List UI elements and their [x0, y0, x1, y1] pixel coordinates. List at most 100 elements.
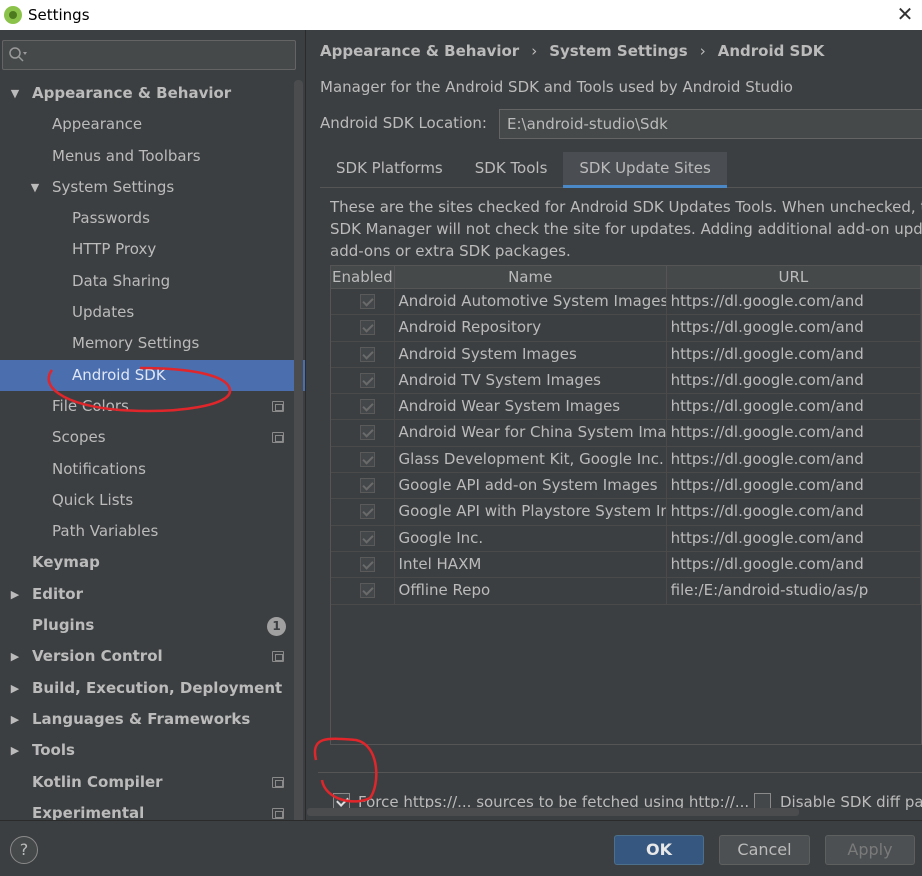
enabled-checkbox[interactable]	[360, 294, 375, 309]
table-row[interactable]: Google API with Playstore System Imagesh…	[331, 499, 921, 526]
sidebar-item-plugins[interactable]: Plugins 1	[0, 610, 305, 641]
title-bar: Settings ✕	[0, 0, 922, 30]
enabled-checkbox[interactable]	[360, 451, 375, 467]
settings-sidebar: ▼ Appearance & Behavior Appearance Menus an…	[0, 30, 306, 820]
table-row[interactable]: Android Automotive System Images https://…	[331, 289, 921, 316]
sidebar-item-label: Build, Execution, Deployment	[32, 678, 283, 697]
sdk-location-label: Android SDK Location:	[320, 114, 487, 132]
sidebar-item-experimental[interactable]: Experimental	[0, 798, 305, 820]
table-row[interactable]: Android Wear for China System Images http…	[331, 420, 921, 447]
table-row[interactable]: Google API add-on System Images https://d…	[331, 473, 921, 500]
sidebar-item-passwords[interactable]: Passwords	[0, 203, 305, 234]
enabled-checkbox[interactable]	[360, 425, 375, 441]
enabled-checkbox[interactable]	[360, 583, 375, 599]
breadcrumb: Appearance & Behavior › System Settings › An…	[320, 40, 824, 62]
sidebar-item-notifications[interactable]: Notifications	[0, 454, 305, 485]
chevron-right-icon[interactable]: ▶	[8, 579, 22, 610]
table-row[interactable]: Android Repository https://dl.google.com/…	[331, 315, 921, 342]
site-url-cell: https://dl.google.com/and	[667, 315, 921, 341]
help-icon[interactable]: ?	[10, 836, 38, 864]
tab-sdk-tools[interactable]: SDK Tools	[459, 152, 564, 188]
sidebar-item-menus-and-toolbars[interactable]: Menus and Toolbars	[0, 141, 305, 172]
enabled-checkbox[interactable]	[360, 556, 375, 572]
sidebar-item-appearance[interactable]: Appearance	[0, 109, 305, 140]
enabled-checkbox[interactable]	[360, 399, 375, 415]
enabled-cell	[331, 578, 395, 604]
sidebar-item-keymap[interactable]: Keymap	[0, 547, 305, 578]
sidebar-item-http-proxy[interactable]: HTTP Proxy	[0, 234, 305, 265]
sidebar-item-quick-lists[interactable]: Quick Lists	[0, 485, 305, 516]
sidebar-item-memory-settings[interactable]: Memory Settings	[0, 328, 305, 359]
sidebar-item-tools[interactable]: ▶ Tools	[0, 735, 305, 766]
table-row[interactable]: Google Inc. https://dl.google.com/and	[331, 525, 921, 552]
site-url-cell: https://dl.google.com/and	[667, 289, 921, 315]
sdk-tabs: SDK Platforms SDK Tools SDK Update Sites	[320, 152, 922, 189]
sidebar-item-label: Quick Lists	[52, 490, 134, 509]
chevron-right-icon[interactable]: ▶	[8, 735, 22, 766]
copy-icon	[272, 807, 284, 819]
site-url-cell: https://dl.google.com/and	[667, 446, 921, 473]
header-name[interactable]: Name	[395, 266, 667, 288]
sidebar-item-build-execution-deployment[interactable]: ▶ Build, Execution, Deployment	[0, 673, 305, 704]
table-row[interactable]: Offline Repo file:/E:/android-studio/as/p	[331, 578, 921, 605]
info-line: add-ons or extra SDK packages.	[330, 242, 571, 260]
site-url-cell: https://dl.google.com/and	[667, 473, 921, 499]
chevron-down-icon[interactable]: ▼	[8, 78, 22, 109]
site-name-cell: Google Inc.	[395, 525, 667, 551]
sidebar-item-editor[interactable]: ▶ Editor	[0, 579, 305, 610]
sidebar-item-file-colors[interactable]: File Colors	[0, 391, 305, 422]
enabled-cell	[331, 551, 395, 578]
sidebar-item-kotlin-compiler[interactable]: Kotlin Compiler	[0, 767, 305, 798]
chevron-right-icon[interactable]: ▶	[8, 673, 22, 704]
cancel-button[interactable]: Cancel	[719, 835, 810, 865]
chevron-right-icon[interactable]: ▶	[8, 641, 22, 672]
apply-button[interactable]: Apply	[825, 835, 915, 865]
enabled-checkbox[interactable]	[360, 346, 375, 362]
header-url[interactable]: URL	[667, 266, 921, 288]
sidebar-item-scopes[interactable]: Scopes	[0, 422, 305, 453]
dialog-footer: ? OK Cancel Apply	[0, 820, 922, 876]
enabled-cell	[331, 394, 395, 420]
sidebar-item-label: System Settings	[52, 177, 175, 196]
table-row[interactable]: Glass Development Kit, Google Inc. https:…	[331, 446, 921, 474]
enabled-checkbox[interactable]	[360, 320, 375, 336]
sidebar-item-android-sdk[interactable]: Android SDK	[0, 359, 305, 391]
main-panel: Appearance & Behavior › System Settings › An…	[307, 30, 922, 820]
sidebar-item-system-settings[interactable]: ▼ System Settings	[0, 172, 305, 203]
chevron-down-icon[interactable]: ▼	[28, 172, 42, 203]
table-row[interactable]: Android TV System Images https://dl.googl…	[331, 367, 921, 395]
enabled-checkbox[interactable]	[360, 504, 375, 520]
sidebar-item-updates[interactable]: Updates	[0, 297, 305, 328]
enabled-checkbox[interactable]	[360, 530, 375, 546]
search-input[interactable]	[2, 40, 296, 70]
enabled-cell	[331, 289, 395, 315]
horizontal-scrollbar[interactable]	[307, 808, 799, 816]
site-name-cell: Android System Images	[395, 341, 667, 367]
sidebar-item-languages-frameworks[interactable]: ▶ Languages & Frameworks	[0, 704, 305, 735]
site-url-cell: file:/E:/android-studio/as/p	[667, 578, 921, 604]
enabled-cell	[331, 525, 395, 551]
chevron-right-icon[interactable]: ▶	[8, 704, 22, 735]
sidebar-item-appearance-behavior[interactable]: ▼ Appearance & Behavior	[0, 78, 305, 109]
sdk-location-field[interactable]: E:\android-studio\Sdk	[499, 109, 922, 139]
table-row[interactable]: Android Wear System Images https://dl.goo…	[331, 394, 921, 421]
sidebar-item-label: Tools	[32, 741, 75, 760]
sidebar-item-path-variables[interactable]: Path Variables	[0, 516, 305, 547]
tab-sdk-platforms[interactable]: SDK Platforms	[320, 152, 459, 188]
sidebar-item-label: Menus and Toolbars	[52, 146, 201, 165]
sidebar-item-version-control[interactable]: ▶ Version Control	[0, 641, 305, 672]
table-row[interactable]: Intel HAXM https://dl.google.com/and	[331, 551, 921, 579]
sidebar-scrollbar[interactable]	[294, 80, 303, 820]
close-icon[interactable]: ✕	[892, 2, 918, 28]
sidebar-item-label: Experimental	[32, 803, 145, 820]
ok-button[interactable]: OK	[614, 835, 704, 865]
copy-icon	[272, 651, 284, 663]
enabled-checkbox[interactable]	[360, 372, 375, 388]
tab-sdk-update-sites[interactable]: SDK Update Sites	[563, 152, 728, 189]
header-enabled[interactable]: Enabled	[331, 266, 395, 288]
enabled-checkbox[interactable]	[360, 478, 375, 494]
enabled-cell	[331, 341, 395, 367]
sidebar-item-data-sharing[interactable]: Data Sharing	[0, 266, 305, 297]
table-row[interactable]: Android System Images https://dl.google.c…	[331, 341, 921, 368]
site-name-cell: Google API add-on System Images	[395, 473, 667, 499]
